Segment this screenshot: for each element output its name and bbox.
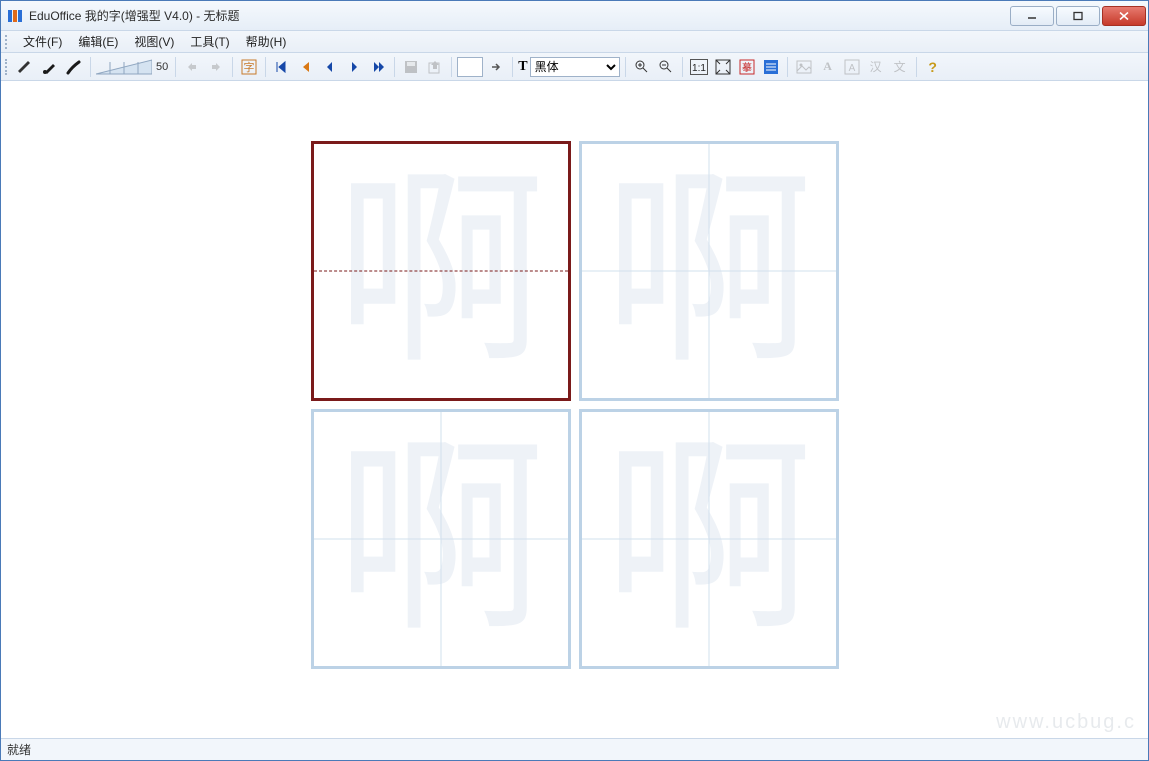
- brush-tool-1[interactable]: [39, 56, 61, 78]
- redo-button[interactable]: [205, 56, 227, 78]
- statusbar: 就绪: [1, 738, 1148, 760]
- window-controls: [1008, 6, 1146, 26]
- next-page-button[interactable]: [367, 56, 389, 78]
- font-select[interactable]: 黑体: [530, 57, 620, 77]
- practice-cell-1[interactable]: 啊: [311, 141, 571, 401]
- thickness-wedge[interactable]: [96, 58, 152, 76]
- page-number-input[interactable]: [457, 57, 483, 77]
- prev-step-button[interactable]: [319, 56, 341, 78]
- guide-vertical: [708, 144, 709, 398]
- maximize-button[interactable]: [1056, 6, 1100, 26]
- svg-text:1:1: 1:1: [692, 63, 706, 74]
- thickness-value: 50: [154, 61, 170, 73]
- svg-text:A: A: [848, 63, 855, 74]
- app-icon: [7, 8, 23, 24]
- titlebar: EduOffice 我的字(增强型 V4.0) - 无标题: [1, 1, 1148, 31]
- separator: [451, 57, 452, 77]
- guide-vertical: [440, 412, 441, 666]
- save-button[interactable]: [400, 56, 422, 78]
- goto-page-button[interactable]: [485, 56, 507, 78]
- separator: [265, 57, 266, 77]
- separator: [175, 57, 176, 77]
- minimize-button[interactable]: [1010, 6, 1054, 26]
- help-button[interactable]: ?: [922, 56, 944, 78]
- svg-text:字: 字: [244, 60, 255, 74]
- pen-tool-1[interactable]: [15, 56, 37, 78]
- character-lookup-button[interactable]: 字: [238, 56, 260, 78]
- list-view-button[interactable]: [760, 56, 782, 78]
- toolbar: 50 字 T 黑体 1:1 摹 A: [1, 53, 1148, 81]
- menu-edit[interactable]: 编辑(E): [70, 31, 126, 52]
- watermark-text: www.ucbug.c: [996, 711, 1136, 734]
- guide-vertical: [708, 412, 709, 666]
- separator: [682, 57, 683, 77]
- separator: [394, 57, 395, 77]
- export-button[interactable]: [424, 56, 446, 78]
- text-A-button[interactable]: A: [817, 56, 839, 78]
- menubar: 文件(F) 编辑(E) 视图(V) 工具(T) 帮助(H): [1, 31, 1148, 53]
- prev-page-button[interactable]: [295, 56, 317, 78]
- menu-help[interactable]: 帮助(H): [238, 31, 295, 52]
- separator: [512, 57, 513, 77]
- close-button[interactable]: [1102, 6, 1146, 26]
- practice-cell-3[interactable]: 啊: [311, 409, 571, 669]
- canvas-area[interactable]: 啊 啊 啊 啊 www.ucbug.c: [1, 81, 1148, 738]
- undo-button[interactable]: [181, 56, 203, 78]
- guide-horizontal: [314, 271, 568, 272]
- app-window: EduOffice 我的字(增强型 V4.0) - 无标题 文件(F) 编辑(E…: [0, 0, 1149, 761]
- practice-cell-4[interactable]: 啊: [579, 409, 839, 669]
- next-step-button[interactable]: [343, 56, 365, 78]
- practice-cell-2[interactable]: 啊: [579, 141, 839, 401]
- toolbar-grip: [5, 59, 11, 75]
- menubar-grip: [5, 35, 11, 49]
- brush-tool-2[interactable]: [63, 56, 85, 78]
- separator: [90, 57, 91, 77]
- template-button[interactable]: 摹: [736, 56, 758, 78]
- font-label: T: [518, 59, 527, 75]
- chinese-wen-button[interactable]: 文: [889, 56, 911, 78]
- first-page-button[interactable]: [271, 56, 293, 78]
- text-frame-button[interactable]: A: [841, 56, 863, 78]
- zoom-1to1-button[interactable]: 1:1: [688, 56, 710, 78]
- separator: [232, 57, 233, 77]
- practice-grid: 啊 啊 啊 啊: [311, 141, 839, 738]
- separator: [787, 57, 788, 77]
- zoom-out-button[interactable]: [655, 56, 677, 78]
- fullscreen-button[interactable]: [712, 56, 734, 78]
- status-text: 就绪: [7, 741, 31, 758]
- menu-tools[interactable]: 工具(T): [182, 31, 237, 52]
- menu-view[interactable]: 视图(V): [126, 31, 182, 52]
- menu-file[interactable]: 文件(F): [15, 31, 70, 52]
- zoom-in-button[interactable]: [631, 56, 653, 78]
- image-button[interactable]: [793, 56, 815, 78]
- svg-text:摹: 摹: [742, 61, 752, 74]
- separator: [625, 57, 626, 77]
- chinese-han-button[interactable]: 汉: [865, 56, 887, 78]
- separator: [916, 57, 917, 77]
- window-title: EduOffice 我的字(增强型 V4.0) - 无标题: [29, 7, 1008, 24]
